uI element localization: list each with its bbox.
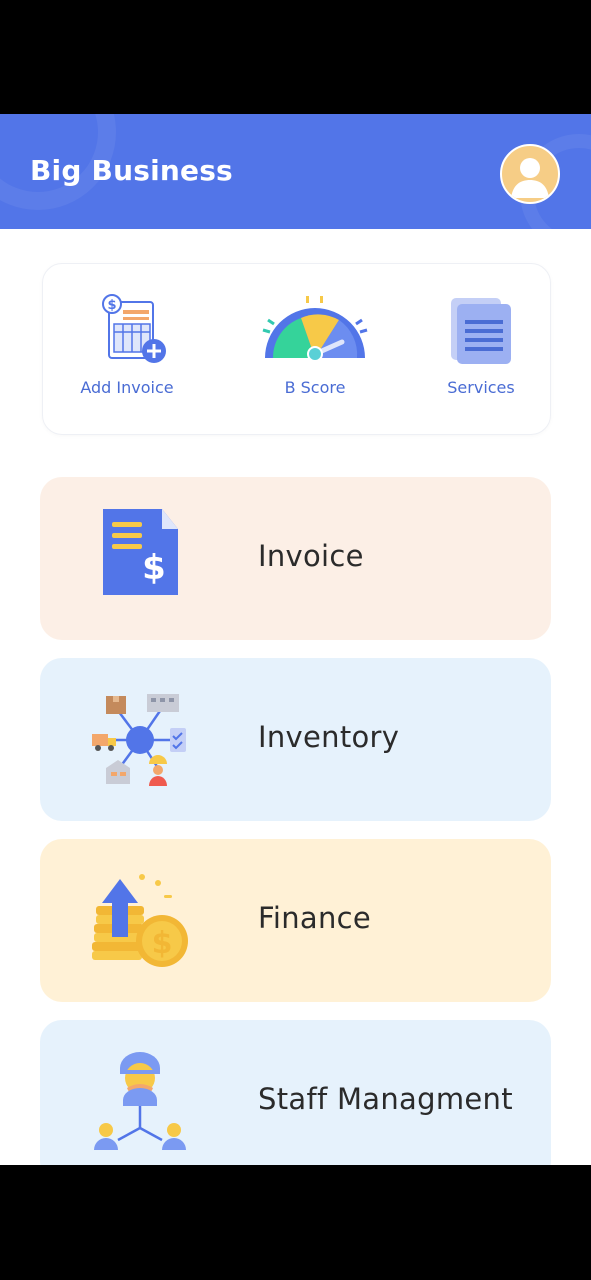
services-label: Services [447, 378, 515, 397]
menu-staff-managment-label: Staff Managment [258, 1082, 513, 1116]
inventory-network-icon [92, 694, 186, 786]
menu-inventory-label: Inventory [258, 720, 400, 754]
score-gauge-icon [262, 296, 368, 362]
svg-text:$: $ [152, 926, 173, 961]
b-score-button[interactable]: B Score [245, 294, 385, 404]
menu-invoice-label: Invoice [258, 539, 364, 573]
profile-avatar[interactable] [500, 144, 560, 204]
add-invoice-label: Add Invoice [80, 378, 174, 397]
svg-text:$: $ [107, 298, 116, 313]
menu-invoice[interactable]: $ Invoice [40, 477, 551, 640]
b-score-label: B Score [284, 378, 346, 397]
invoice-dollar-icon: $ [103, 509, 178, 595]
quick-actions-card: $ Add Invoice B Score Services [42, 263, 551, 435]
finance-coins-icon: $ [92, 874, 188, 967]
app-title: Big Business [30, 154, 233, 187]
menu-finance-label: Finance [258, 901, 372, 935]
menu-inventory[interactable]: Inventory [40, 658, 551, 821]
documents-icon [451, 298, 511, 364]
menu-finance[interactable]: $ Finance [40, 839, 551, 1002]
staff-team-icon [94, 1052, 186, 1150]
add-invoice-icon: $ [102, 294, 166, 363]
services-button[interactable]: Services [411, 294, 551, 404]
app-bar: Big Business [0, 114, 591, 229]
menu-staff-managment[interactable]: Staff Managment [40, 1020, 551, 1165]
app-screen: Big Business $ Add Invoice B Score Servi… [0, 114, 591, 1165]
svg-text:$: $ [142, 548, 166, 588]
user-silhouette-icon [511, 158, 549, 198]
add-invoice-button[interactable]: $ Add Invoice [57, 294, 197, 404]
